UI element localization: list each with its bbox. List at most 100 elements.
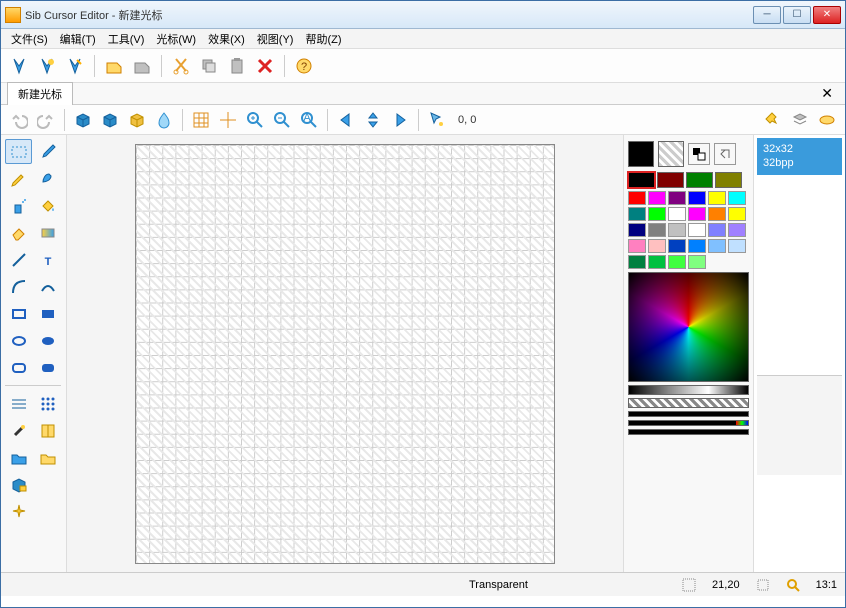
eraser-tool[interactable] [5, 220, 32, 245]
swap-colors-button[interactable] [688, 143, 710, 165]
folder-tool[interactable] [5, 445, 32, 470]
folder2-tool[interactable] [34, 445, 61, 470]
palette-swatch[interactable] [648, 255, 666, 269]
zoom-out-button[interactable] [270, 108, 294, 132]
palette-swatch[interactable] [688, 239, 706, 253]
color-picker[interactable] [628, 272, 749, 382]
wand-tool[interactable] [5, 418, 32, 443]
new-from-image-button[interactable] [35, 54, 59, 78]
menu-file[interactable]: 文件(S) [5, 29, 54, 49]
cut-button[interactable] [169, 54, 193, 78]
zoom-actual-button[interactable]: A [297, 108, 321, 132]
palette-swatch[interactable] [708, 223, 726, 237]
palette-swatch[interactable] [688, 207, 706, 221]
pattern-slider[interactable] [628, 398, 749, 408]
foreground-swatch[interactable] [628, 141, 654, 167]
main-swatch[interactable] [657, 172, 684, 188]
palette-swatch[interactable] [628, 191, 646, 205]
sparkle-tool[interactable] [5, 499, 32, 524]
rect-outline-tool[interactable] [5, 301, 32, 326]
cube-lock-tool[interactable] [5, 472, 32, 497]
undo-button[interactable] [7, 108, 31, 132]
crosshair-button[interactable] [216, 108, 240, 132]
palette-swatch[interactable] [628, 255, 646, 269]
arrow-right-button[interactable] [388, 108, 412, 132]
menu-edit[interactable]: 编辑(T) [54, 29, 102, 49]
ellipse-outline-tool[interactable] [5, 328, 32, 353]
eyedropper-tool[interactable] [34, 139, 61, 164]
new-button[interactable] [7, 54, 31, 78]
roundrect-outline-tool[interactable] [5, 355, 32, 380]
line-tool[interactable] [5, 247, 32, 272]
open-button[interactable] [63, 54, 87, 78]
palette-swatch[interactable] [628, 207, 646, 221]
palette-swatch[interactable] [648, 239, 666, 253]
palette-swatch[interactable] [728, 239, 746, 253]
curve-tool[interactable] [5, 274, 32, 299]
palette-swatch[interactable] [708, 191, 726, 205]
pixel-canvas[interactable] [135, 144, 555, 564]
palette-swatch[interactable] [668, 191, 686, 205]
palette-swatch[interactable] [688, 191, 706, 205]
hue-bar-2[interactable] [628, 420, 749, 426]
tab-document[interactable]: 新建光标 [7, 82, 73, 105]
palette-swatch[interactable] [688, 223, 706, 237]
cube3-button[interactable] [125, 108, 149, 132]
palette-swatch[interactable] [688, 255, 706, 269]
arrow-updown-button[interactable] [361, 108, 385, 132]
palette-swatch[interactable] [668, 239, 686, 253]
save-as-button[interactable] [130, 54, 154, 78]
palette-swatch[interactable] [648, 223, 666, 237]
menu-cursor[interactable]: 光标(W) [150, 29, 202, 49]
pencil-tool[interactable] [5, 166, 32, 191]
paste-button[interactable] [225, 54, 249, 78]
palette-swatch[interactable] [728, 223, 746, 237]
hotspot-button[interactable] [425, 108, 449, 132]
cube2-button[interactable] [98, 108, 122, 132]
dither-tool[interactable] [34, 391, 61, 416]
default-colors-button[interactable] [714, 143, 736, 165]
palette-swatch[interactable] [728, 207, 746, 221]
palette-swatch[interactable] [668, 255, 686, 269]
menu-tools[interactable]: 工具(V) [102, 29, 151, 49]
select-rect-tool[interactable] [5, 139, 32, 164]
blank-tool[interactable] [34, 472, 61, 497]
cube1-button[interactable] [71, 108, 95, 132]
close-button[interactable]: ✕ [813, 6, 841, 24]
menu-view[interactable]: 视图(Y) [251, 29, 300, 49]
palette-swatch[interactable] [708, 207, 726, 221]
background-swatch[interactable] [658, 141, 684, 167]
palette-swatch[interactable] [668, 207, 686, 221]
rect-fill-tool[interactable] [34, 301, 61, 326]
palette-swatch[interactable] [708, 239, 726, 253]
palette-swatch[interactable] [648, 207, 666, 221]
copy-button[interactable] [197, 54, 221, 78]
arc-tool[interactable] [34, 274, 61, 299]
brush-tool[interactable] [34, 166, 61, 191]
help-button[interactable]: ? [292, 54, 316, 78]
redo-button[interactable] [34, 108, 58, 132]
gradient-tool[interactable] [34, 220, 61, 245]
tab-close-button[interactable]: ✕ [815, 85, 839, 102]
main-swatch[interactable] [628, 172, 655, 188]
arrow-left-button[interactable] [334, 108, 358, 132]
palette-swatch[interactable] [648, 191, 666, 205]
layers-button[interactable] [788, 108, 812, 132]
linewidth-tool[interactable] [5, 391, 32, 416]
disk-button[interactable] [815, 108, 839, 132]
pin-button[interactable] [761, 108, 785, 132]
size-item[interactable]: 32x32 32bpp [757, 138, 842, 175]
maximize-button[interactable]: ☐ [783, 6, 811, 24]
grid-button[interactable] [189, 108, 213, 132]
palette-swatch[interactable] [728, 191, 746, 205]
text-tool[interactable]: T [34, 247, 61, 272]
hue-bar-3[interactable] [628, 429, 749, 435]
main-swatch[interactable] [686, 172, 713, 188]
brightness-slider[interactable] [628, 385, 749, 395]
hue-bar-1[interactable] [628, 411, 749, 417]
menu-effects[interactable]: 效果(X) [202, 29, 251, 49]
book-tool[interactable] [34, 418, 61, 443]
palette-swatch[interactable] [628, 223, 646, 237]
main-swatch[interactable] [715, 172, 742, 188]
spray-tool[interactable] [5, 193, 32, 218]
